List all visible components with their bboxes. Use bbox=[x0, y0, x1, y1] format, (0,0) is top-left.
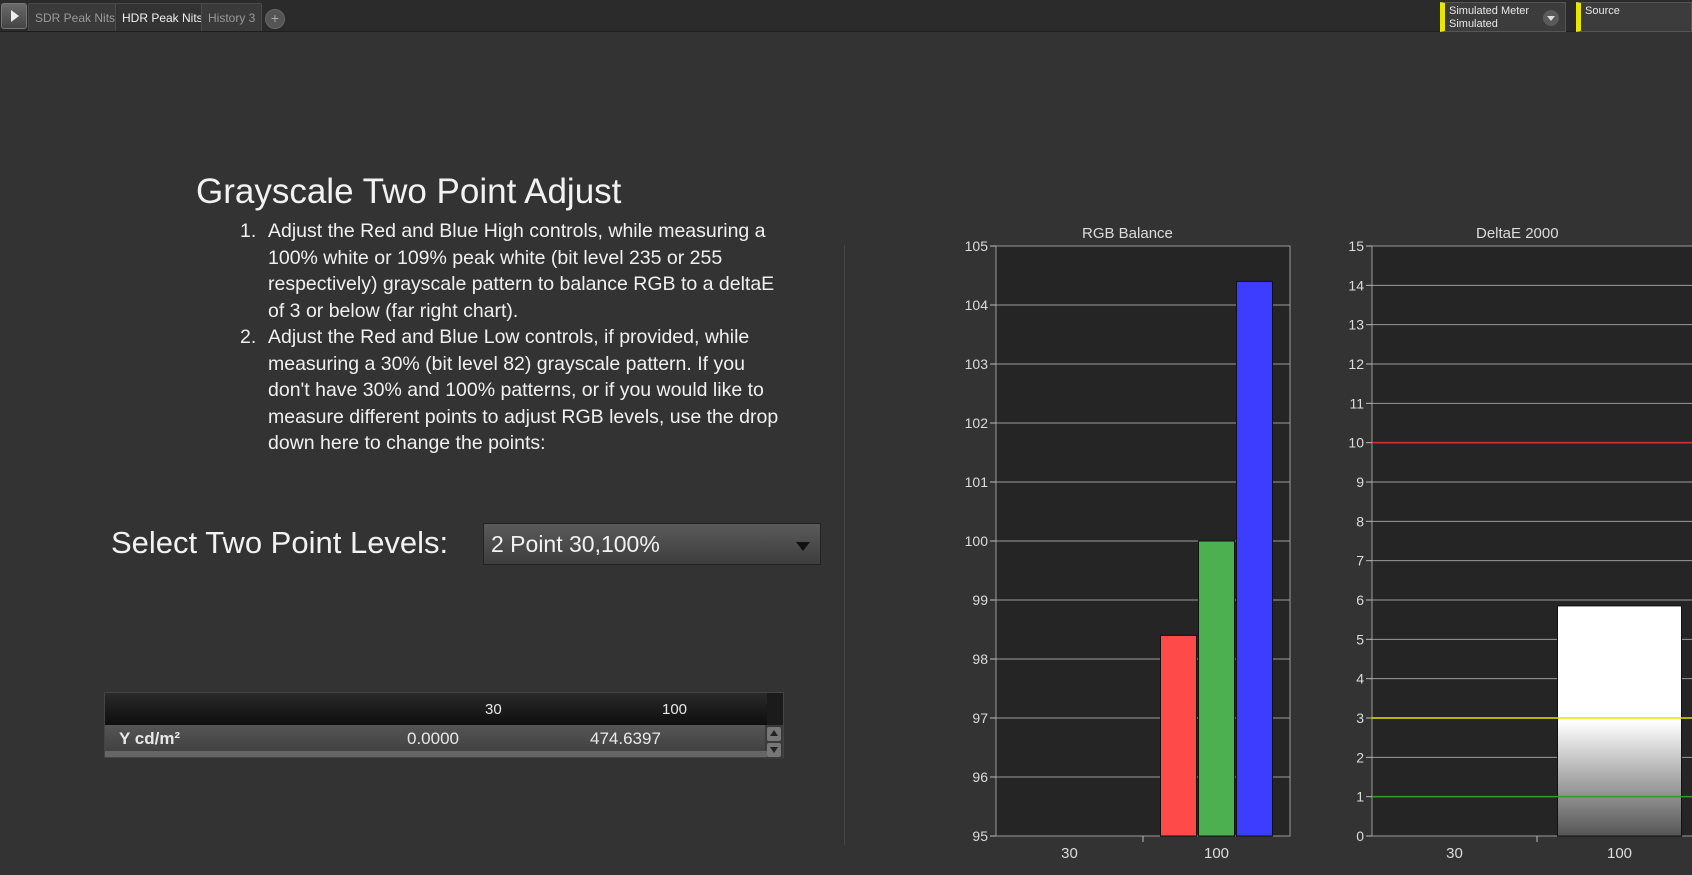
table-horizontal-scrollbar[interactable] bbox=[105, 751, 767, 757]
y-tick-label: 4 bbox=[1356, 671, 1364, 687]
y-tick-label: 10 bbox=[1348, 435, 1364, 451]
dropdown-value: 2 Point 30,100% bbox=[491, 531, 660, 557]
luminance-table: 30 100 Y cd/m² 0.0000 474.6397 bbox=[104, 692, 784, 759]
y-tick-label: 100 bbox=[965, 533, 989, 549]
top-toolbar: SDR Peak Nits HDR Peak Nits History 3 + … bbox=[0, 0, 1692, 32]
instruction-steps: 1. Adjust the Red and Blue High controls… bbox=[240, 218, 780, 457]
column-header: 100 bbox=[662, 701, 688, 718]
y-tick-label: 0 bbox=[1356, 828, 1364, 844]
tab-history-3[interactable]: History 3 bbox=[201, 3, 263, 31]
y-tick-label: 1 bbox=[1356, 789, 1364, 805]
y-tick-label: 2 bbox=[1356, 749, 1364, 765]
y-tick-label: 104 bbox=[965, 297, 989, 313]
y-tick-label: 3 bbox=[1356, 710, 1364, 726]
page-title: Grayscale Two Point Adjust bbox=[196, 172, 622, 211]
step-text: Adjust the Red and Blue Low controls, if… bbox=[268, 326, 779, 454]
y-tick-label: 103 bbox=[965, 356, 989, 372]
y-tick-label: 102 bbox=[965, 415, 989, 431]
y-tick-label: 6 bbox=[1356, 592, 1364, 608]
y-tick-label: 5 bbox=[1356, 631, 1364, 647]
y-tick-label: 13 bbox=[1348, 317, 1364, 333]
step-number: 1. bbox=[240, 220, 257, 242]
table-header: 30 100 bbox=[105, 693, 767, 725]
scroll-down-icon[interactable] bbox=[767, 743, 781, 757]
y-tick-label: 14 bbox=[1348, 277, 1364, 293]
two-point-levels-dropdown[interactable]: 2 Point 30,100% bbox=[483, 523, 821, 565]
y-tick-label: 101 bbox=[965, 474, 989, 490]
y-tick-label: 105 bbox=[965, 240, 989, 254]
y-tick-label: 97 bbox=[972, 710, 988, 726]
x-tick-label: 30 bbox=[1061, 845, 1078, 860]
chevron-down-icon[interactable] bbox=[1543, 10, 1559, 26]
table-scrollbar[interactable] bbox=[765, 725, 783, 759]
instruction-step: 1. Adjust the Red and Blue High controls… bbox=[240, 218, 780, 324]
meter-selector[interactable]: Simulated Meter Simulated bbox=[1440, 2, 1566, 32]
table-cell: 0.0000 bbox=[407, 729, 459, 748]
step-number: 2. bbox=[240, 326, 257, 348]
table-row: Y cd/m² 0.0000 474.6397 bbox=[105, 725, 767, 753]
deltae-chart: 012345678910111213141530 100 bbox=[1348, 240, 1692, 860]
y-tick-label: 96 bbox=[972, 769, 988, 785]
bar bbox=[1160, 634, 1197, 837]
source-selector[interactable]: Source bbox=[1576, 2, 1692, 32]
instruction-step: 2. Adjust the Red and Blue Low controls,… bbox=[240, 324, 780, 457]
y-tick-label: 95 bbox=[972, 828, 988, 844]
x-tick-label: 100 bbox=[1607, 845, 1632, 860]
bar bbox=[1557, 605, 1682, 837]
rgb-balance-chart: 95 96 97 98 99 100 101 102 103 104 105 30 100 bbox=[965, 240, 1291, 860]
tab-sdr-peak-nits[interactable]: SDR Peak Nits bbox=[28, 3, 123, 31]
tab-hdr-peak-nits[interactable]: HDR Peak Nits bbox=[115, 3, 210, 31]
bar bbox=[1236, 280, 1273, 837]
y-tick-label: 98 bbox=[972, 651, 988, 667]
bar bbox=[1198, 540, 1235, 837]
x-tick-label: 30 bbox=[1446, 845, 1463, 860]
y-tick-label: 99 bbox=[972, 592, 988, 608]
step-text: Adjust the Red and Blue High controls, w… bbox=[268, 220, 775, 322]
play-icon[interactable] bbox=[1, 3, 27, 29]
scroll-up-icon[interactable] bbox=[767, 727, 781, 741]
select-levels-label: Select Two Point Levels: bbox=[111, 525, 449, 560]
y-tick-label: 9 bbox=[1356, 474, 1364, 490]
row-label: Y cd/m² bbox=[119, 729, 181, 748]
panel-divider bbox=[844, 245, 845, 845]
y-tick-label: 11 bbox=[1349, 395, 1364, 411]
y-tick-label: 12 bbox=[1348, 356, 1364, 372]
column-header: 30 bbox=[485, 701, 502, 718]
y-tick-label: 15 bbox=[1348, 240, 1364, 254]
table-cell: 474.6397 bbox=[590, 729, 661, 748]
x-tick-label: 100 bbox=[1204, 845, 1229, 860]
source-label: Source bbox=[1585, 5, 1620, 17]
add-tab-button[interactable]: + bbox=[265, 9, 285, 29]
y-tick-label: 8 bbox=[1356, 513, 1364, 529]
chevron-down-icon[interactable] bbox=[796, 542, 810, 551]
y-tick-label: 7 bbox=[1356, 553, 1364, 569]
